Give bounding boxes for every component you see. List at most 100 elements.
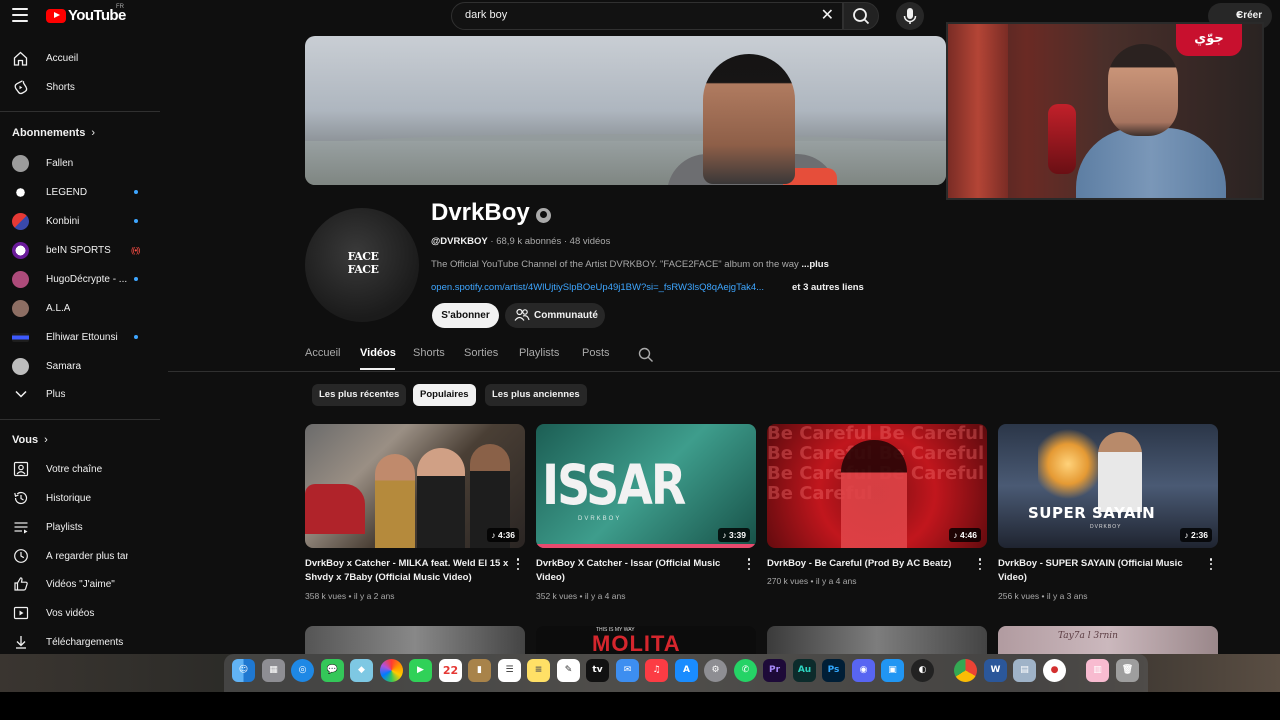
channel-icon	[12, 461, 29, 478]
settings-icon[interactable]: ⚙	[704, 659, 727, 682]
video-card[interactable]: ♪ 4:36 DvrkBoy x Catcher - MILKA feat. W…	[305, 424, 525, 604]
tab-playlists[interactable]: Playlists	[519, 347, 559, 359]
tab-posts[interactable]: Posts	[582, 347, 610, 359]
whatsapp-icon[interactable]: ✆	[734, 659, 757, 682]
subscribe-button[interactable]: S'abonner	[432, 303, 499, 328]
video-thumbnail[interactable]: ISSAR DVRKBOY ♪ 3:39	[536, 424, 756, 548]
clear-search-icon[interactable]: ✕	[821, 7, 834, 25]
app-store-icon[interactable]: A	[675, 659, 698, 682]
chrome-icon[interactable]	[954, 659, 977, 682]
downloads-stack-icon[interactable]: ▥	[1086, 659, 1109, 682]
subscriptions-heading[interactable]: Abonnements ›	[12, 127, 95, 139]
video-thumbnail[interactable]	[305, 626, 525, 654]
chip-latest[interactable]: Les plus récentes	[312, 384, 407, 406]
you-heading[interactable]: Vous ›	[12, 434, 48, 446]
contacts-icon[interactable]: ▮	[468, 659, 491, 682]
voice-search-button[interactable]	[896, 2, 924, 30]
channel-external-link[interactable]: open.spotify.com/artist/4WlUjtiySlpBOeUp…	[431, 282, 764, 293]
sidebar-item-subscription[interactable]: Fallen	[0, 149, 160, 177]
notes-icon[interactable]: ≡	[527, 659, 550, 682]
messages-icon[interactable]: 💬	[321, 659, 344, 682]
mail-icon[interactable]: ✉	[616, 659, 639, 682]
search-query[interactable]: dark boy	[465, 9, 507, 21]
channel-avatar[interactable]: FACE FACE	[305, 208, 419, 322]
maps-icon[interactable]: ◆	[350, 659, 373, 682]
webcam-curtain	[948, 24, 1008, 198]
video-thumbnail[interactable]	[767, 626, 987, 654]
community-button[interactable]: Communauté	[505, 303, 605, 328]
video-title[interactable]: DvrkBoy - Be Careful (Prod By AC Beatz)	[767, 557, 971, 571]
video-thumbnail[interactable]: THIS IS MY WAY MOLITA	[536, 626, 756, 654]
video-card[interactable]: Be Careful Be Careful Be Careful Be Care…	[767, 424, 987, 604]
photos-icon[interactable]	[380, 659, 403, 682]
video-title[interactable]: DvrkBoy - SUPER SAYAIN (Official Music V…	[998, 557, 1202, 585]
safari-icon[interactable]: ◎	[291, 659, 314, 682]
music-icon[interactable]: ♫	[645, 659, 668, 682]
chip-oldest[interactable]: Les plus anciennes	[485, 384, 587, 406]
file-manager-icon[interactable]: ▤	[1013, 659, 1036, 682]
video-thumbnail[interactable]: ♪ 4:36	[305, 424, 525, 548]
video-more-options-icon[interactable]	[1209, 558, 1213, 570]
sidebar-item-subscription[interactable]: Samara	[0, 352, 160, 380]
more-links-link[interactable]: et 3 autres liens	[792, 282, 864, 293]
reminders-icon[interactable]: ☰	[498, 659, 521, 682]
video-title[interactable]: DvrkBoy X Catcher - Issar (Official Musi…	[536, 557, 740, 585]
sidebar-item-shorts[interactable]: Shorts	[0, 73, 160, 101]
audition-icon[interactable]: Au	[793, 659, 816, 682]
sidebar-item-subscription[interactable]: beIN SPORTS ((•))	[0, 236, 160, 264]
sidebar-item-playlists[interactable]: Playlists	[0, 513, 160, 541]
obs-icon[interactable]: ◐	[911, 659, 934, 682]
menu-icon[interactable]	[12, 8, 28, 22]
tab-releases[interactable]: Sorties	[464, 347, 498, 359]
calendar-icon[interactable]: 22	[439, 659, 462, 682]
video-card[interactable]: ISSAR DVRKBOY ♪ 3:39 DvrkBoy X Catcher -…	[536, 424, 756, 604]
sidebar-item-liked-videos[interactable]: Vidéos "J'aime"	[0, 570, 160, 598]
premiere-pro-icon[interactable]: Pr	[763, 659, 786, 682]
channel-banner	[305, 36, 946, 185]
channel-search-icon[interactable]	[638, 347, 654, 363]
freeform-icon[interactable]: ✎	[557, 659, 580, 682]
video-card[interactable]: SUPER SAYAIN DVRKBOY ♪ 2:36 DvrkBoy - SU…	[998, 424, 1218, 604]
sidebar-item-your-videos[interactable]: Vos vidéos	[0, 599, 160, 627]
sidebar-item-downloads[interactable]: Téléchargements	[0, 628, 160, 656]
youtube-logo[interactable]: YouTube	[46, 7, 126, 24]
sidebar-item-subscription[interactable]: HugoDécrypte - ...	[0, 265, 160, 293]
video-title[interactable]: DvrkBoy x Catcher - MILKA feat. Weld El …	[305, 557, 509, 585]
tab-home[interactable]: Accueil	[305, 347, 340, 359]
tab-videos[interactable]: Vidéos	[360, 347, 396, 359]
video-more-options-icon[interactable]	[978, 558, 982, 570]
sidebar-item-subscription[interactable]: Elhiwar Ettounsi	[0, 323, 160, 351]
facetime-icon[interactable]: ▶	[409, 659, 432, 682]
trash-icon[interactable]: 🗑	[1116, 659, 1139, 682]
video-thumbnail[interactable]: SUPER SAYAIN DVRKBOY ♪ 2:36	[998, 424, 1218, 548]
verified-icon	[536, 208, 551, 223]
launchpad-icon[interactable]: ▦	[262, 659, 285, 682]
sidebar-item-subscription[interactable]: LEGEND	[0, 178, 160, 206]
channel-description[interactable]: The Official YouTube Channel of the Arti…	[431, 259, 829, 270]
sidebar-item-more[interactable]: Plus	[0, 380, 160, 408]
apple-tv-icon[interactable]: tv	[586, 659, 609, 682]
finder-icon[interactable]: ☺	[232, 659, 255, 682]
pdf-app-icon[interactable]: ●	[1043, 659, 1066, 682]
video-more-options-icon[interactable]	[516, 558, 520, 570]
sidebar-item-your-channel[interactable]: Votre chaîne	[0, 455, 160, 483]
chip-popular[interactable]: Populaires	[413, 384, 476, 406]
sidebar-item-home[interactable]: Accueil	[0, 44, 160, 72]
xcode-icon[interactable]: ▣	[881, 659, 904, 682]
word-icon[interactable]: W	[984, 659, 1007, 682]
search-button[interactable]	[843, 2, 879, 30]
video-more-options-icon[interactable]	[747, 558, 751, 570]
photoshop-icon[interactable]: Ps	[822, 659, 845, 682]
sidebar-item-subscription[interactable]: A.L.A	[0, 294, 160, 322]
discord-icon[interactable]: ◉	[852, 659, 875, 682]
tab-shorts[interactable]: Shorts	[413, 347, 445, 359]
thumb-title-text: MOLITA	[592, 631, 681, 655]
channel-avatar	[12, 299, 29, 317]
description-more-link[interactable]: ...plus	[801, 259, 828, 270]
sidebar-item-subscription[interactable]: Konbini	[0, 207, 160, 235]
video-thumbnail[interactable]: Be Careful Be Careful Be Careful Be Care…	[767, 424, 987, 548]
video-thumbnail[interactable]: Tay7a l 3rnin	[998, 626, 1218, 654]
sidebar-item-history[interactable]: Historique	[0, 484, 160, 512]
sidebar-item-watch-later[interactable]: À regarder plus tard	[0, 542, 160, 570]
search-input[interactable]: dark boy ✕	[451, 2, 843, 30]
